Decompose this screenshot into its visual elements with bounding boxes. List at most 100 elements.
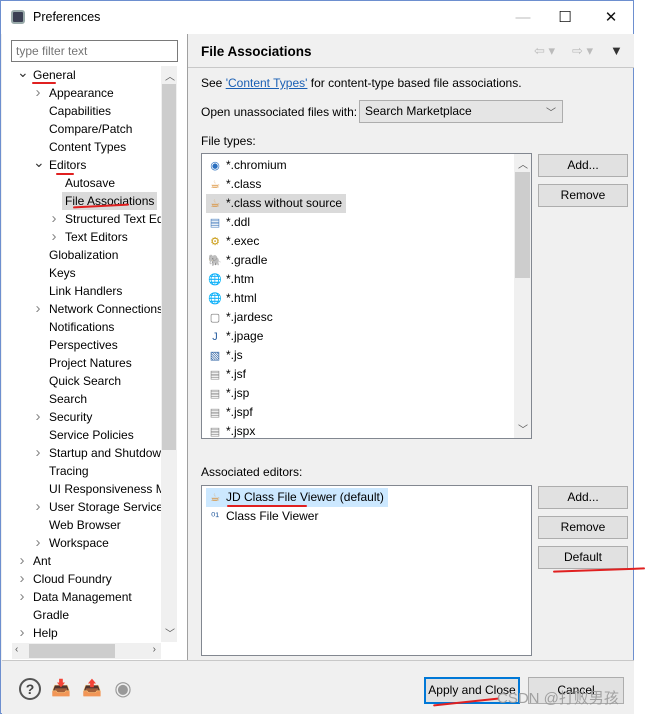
tree-item[interactable]: Keys — [2, 264, 161, 282]
close-button[interactable]: ✕ — [589, 5, 633, 31]
add-editor-button[interactable]: Add... — [538, 486, 628, 509]
text-file-icon: ▤ — [209, 426, 221, 438]
scroll-thumb[interactable] — [162, 84, 176, 450]
minimize-button[interactable]: — — [501, 5, 545, 31]
help-icon[interactable]: ? — [19, 678, 41, 700]
text-file-icon: ▤ — [209, 369, 221, 381]
tree-item[interactable]: › Data Management — [2, 588, 161, 606]
scroll-down-icon[interactable]: ﹀ — [518, 421, 528, 436]
list-item[interactable]: ⚙ *.exec — [206, 232, 263, 251]
js-file-icon: ▧ — [209, 350, 221, 362]
tree-item[interactable]: Web Browser — [2, 516, 161, 534]
tree-item[interactable]: Link Handlers — [2, 282, 161, 300]
list-item-label: JD Class File Viewer (default) — [226, 490, 384, 504]
list-item[interactable]: ▤ *.jsp — [206, 384, 253, 403]
tree-item[interactable]: Project Natures — [2, 354, 161, 372]
chevron-down-icon[interactable]: ⌄ — [33, 153, 45, 171]
forward-icon[interactable]: ⇨ ▾ — [572, 43, 593, 59]
associated-editors-list[interactable]: ☕ JD Class File Viewer (default) ⁰¹ Class F… — [201, 485, 532, 656]
tree-item[interactable]: Perspectives — [2, 336, 161, 354]
remove-file-type-button[interactable]: Remove — [538, 184, 628, 207]
tree-item[interactable]: Autosave — [2, 174, 161, 192]
tree-item[interactable]: › Structured Text Ed — [2, 210, 162, 228]
content-types-link[interactable]: 'Content Types' — [226, 76, 308, 90]
list-item[interactable]: ☕ *.class — [206, 175, 265, 194]
tree-item[interactable]: › Ant — [2, 552, 161, 570]
tree-item[interactable]: › Cloud Foundry — [2, 570, 161, 588]
list-item-label: *.js — [226, 348, 243, 362]
scroll-up-icon[interactable]: ︿ — [518, 156, 528, 171]
tree-item[interactable]: › Workspace — [2, 534, 161, 552]
tree-item[interactable]: Gradle — [2, 606, 161, 624]
chevron-right-icon[interactable]: › — [33, 444, 43, 462]
list-item[interactable]: ⁰¹ Class File Viewer — [206, 507, 322, 526]
list-item[interactable]: 🐘 *.gradle — [206, 251, 271, 270]
list-item[interactable]: ▤ *.jspx — [206, 422, 259, 441]
tree-item[interactable]: ⌄ General — [2, 66, 161, 84]
chevron-right-icon[interactable]: › — [33, 300, 43, 318]
chevron-right-icon[interactable]: › — [17, 552, 27, 570]
add-file-type-button[interactable]: Add... — [538, 154, 628, 177]
tree-item[interactable]: › Security — [2, 408, 161, 426]
tree-item[interactable]: › Appearance — [2, 84, 161, 102]
tree-vertical-scrollbar[interactable]: ︿ ﹀ — [161, 66, 177, 642]
list-item[interactable]: ☕ *.class without source — [206, 194, 347, 213]
export-icon[interactable]: 📤 — [81, 678, 103, 700]
list-item[interactable]: ▤ *.ddl — [206, 213, 254, 232]
view-menu-icon[interactable]: ▼ — [610, 43, 623, 58]
list-item[interactable]: ▤ *.jspf — [206, 403, 257, 422]
list-item[interactable]: J *.jpage — [206, 327, 267, 346]
tree-item-label: Perspectives — [49, 338, 118, 352]
list-item[interactable]: ▤ *.jsf — [206, 365, 250, 384]
tree-horizontal-scrollbar[interactable]: ‹ › — [12, 643, 161, 659]
scroll-up-icon[interactable]: ︿ — [165, 68, 175, 83]
scroll-thumb[interactable] — [515, 172, 530, 278]
scroll-down-icon[interactable]: ﹀ — [165, 625, 175, 640]
list-item[interactable]: ◉ *.chromium — [206, 156, 291, 175]
tree-item[interactable]: Globalization — [2, 246, 161, 264]
chevron-right-icon[interactable]: › — [33, 408, 43, 426]
import-icon[interactable]: 📥 — [50, 678, 72, 700]
tree-item[interactable]: Notifications — [2, 318, 161, 336]
maximize-button[interactable]: ☐ — [543, 5, 587, 31]
back-icon[interactable]: ⇦ ▾ — [534, 43, 555, 59]
list-item[interactable]: ▢ *.jardesc — [206, 308, 277, 327]
preferences-window: Preferences — ☐ ✕ ⌄General›AppearanceCap… — [0, 0, 634, 714]
tree-item[interactable]: Compare/Patch — [2, 120, 161, 138]
tree-item[interactable]: › Text Editors — [2, 228, 161, 246]
tree-item[interactable]: › Startup and Shutdown — [2, 444, 162, 462]
tree-item[interactable]: Content Types — [2, 138, 161, 156]
tree-item[interactable]: › Network Connections — [2, 300, 162, 318]
tree-item[interactable]: › Help — [2, 624, 161, 642]
chevron-right-icon[interactable]: › — [17, 588, 27, 606]
tree-item[interactable]: UI Responsiveness Monitoring — [2, 480, 161, 498]
tree-item[interactable]: Service Policies — [2, 426, 161, 444]
chevron-right-icon[interactable]: › — [33, 498, 43, 516]
scroll-right-icon[interactable]: › — [153, 644, 156, 655]
tree-item[interactable]: › User Storage Service — [2, 498, 162, 516]
tree-item[interactable]: ⌄ Editors — [2, 153, 161, 174]
remove-editor-button[interactable]: Remove — [538, 516, 628, 539]
chevron-right-icon[interactable]: › — [33, 534, 43, 552]
chevron-right-icon[interactable]: › — [49, 228, 59, 246]
list-item[interactable]: ▧ *.js — [206, 346, 247, 365]
scroll-left-icon[interactable]: ‹ — [15, 644, 18, 655]
tree-item[interactable]: Quick Search — [2, 372, 161, 390]
list-item[interactable]: 🌐 *.html — [206, 289, 261, 308]
scroll-thumb[interactable] — [29, 644, 115, 658]
tree-item[interactable]: Search — [2, 390, 161, 408]
open-unassociated-select[interactable]: Search Marketplace ﹀ — [359, 100, 563, 123]
file-types-list[interactable]: ◉ *.chromium ☕ *.class ☕ *.class without sour… — [201, 153, 532, 439]
chevron-right-icon[interactable]: › — [17, 624, 27, 642]
chevron-right-icon[interactable]: › — [49, 210, 59, 228]
default-editor-button[interactable]: Default — [538, 546, 628, 569]
tree-item[interactable]: Capabilities — [2, 102, 161, 120]
filter-input[interactable] — [11, 40, 178, 62]
record-icon[interactable]: ◉ — [112, 678, 134, 700]
tree-item[interactable]: Tracing — [2, 462, 161, 480]
file-types-scrollbar[interactable]: ︿ ﹀ — [514, 154, 531, 438]
chevron-right-icon[interactable]: › — [33, 84, 43, 102]
list-item[interactable]: 🌐 *.htm — [206, 270, 258, 289]
chevron-down-icon[interactable]: ⌄ — [17, 66, 29, 81]
chevron-right-icon[interactable]: › — [17, 570, 27, 588]
